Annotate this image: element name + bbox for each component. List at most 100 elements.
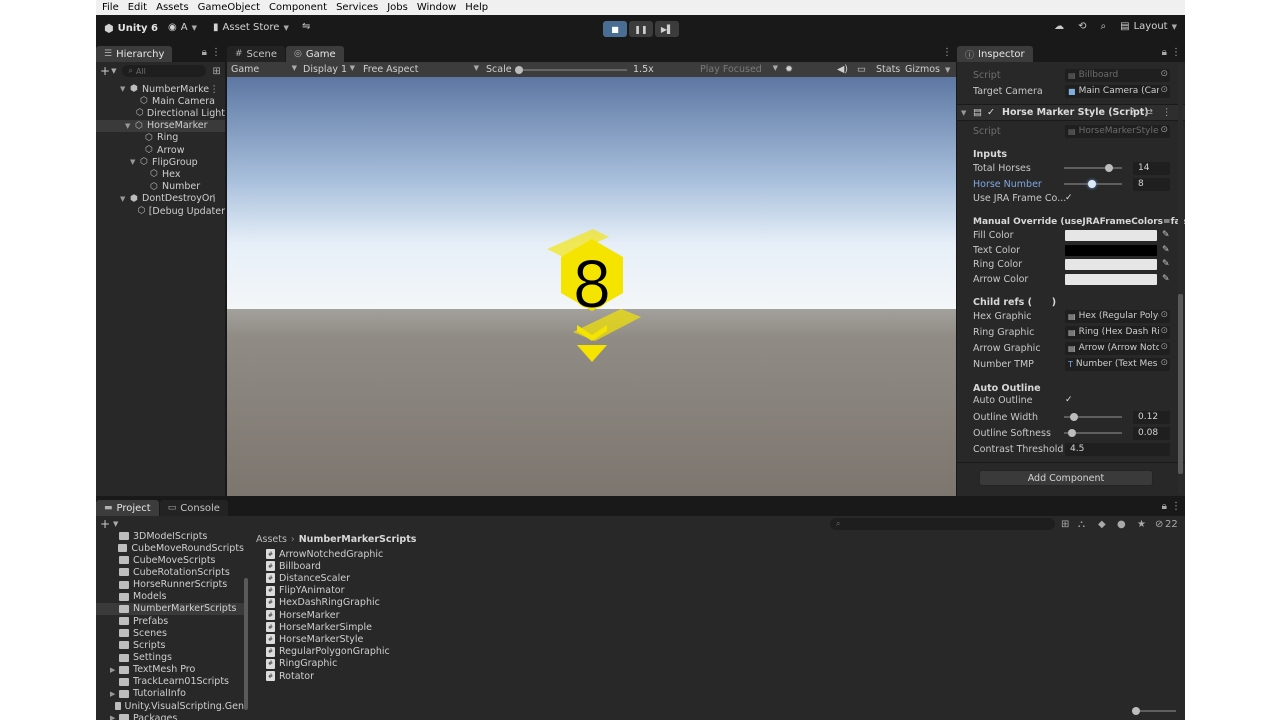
folder-item[interactable]: TrackLearn01Scripts [96, 676, 244, 688]
file-item[interactable]: # ArrowNotchedGraphic [266, 548, 383, 560]
layout-dropdown[interactable]: ▤ Layout ▼ [1120, 21, 1177, 32]
version-control-icon[interactable]: ⇋ [302, 21, 310, 32]
hierarchy-row[interactable]: ⬡ Main Camera [96, 95, 225, 107]
help-icon[interactable]: ? [1130, 107, 1135, 118]
file-item[interactable]: # HorseMarkerSimple [266, 621, 372, 633]
file-item[interactable]: # RingGraphic [266, 658, 337, 670]
chevron-down-icon[interactable]: ▼ [111, 67, 116, 75]
folder-item[interactable]: ▶ TextMesh Pro [96, 664, 244, 676]
file-item[interactable]: # Billboard [266, 560, 321, 572]
search-scope-icon[interactable]: ⊞ [1061, 519, 1069, 530]
gizmos-button[interactable]: Gizmos [905, 64, 940, 75]
component-enabled-checkbox[interactable]: ✓ [987, 107, 995, 118]
file-item[interactable]: # FlipYAnimator [266, 585, 345, 597]
project-search-input[interactable]: ⌕ [830, 518, 1055, 530]
more-icon[interactable]: ⋮ [210, 193, 220, 204]
account-dropdown[interactable]: ◉ A ▼ [168, 22, 197, 33]
lock-icon[interactable]: 🔒︎ [202, 47, 207, 58]
stats-button[interactable]: Stats [876, 64, 900, 75]
more-icon[interactable]: ⋮ [1171, 501, 1181, 512]
target-icon[interactable]: ⊙ [1159, 325, 1168, 336]
scale-slider-knob[interactable] [515, 66, 523, 74]
unity-version-button[interactable]: ⬢ Unity 6 [104, 22, 158, 35]
folder-item[interactable]: Scripts [96, 639, 244, 651]
add-component-button[interactable]: Add Component [979, 470, 1153, 486]
hierarchy-row[interactable]: ⬡ Arrow [96, 144, 225, 156]
folder-item[interactable]: Models [96, 591, 244, 603]
outline-width-slider[interactable] [1064, 413, 1122, 421]
file-item[interactable]: # Rotator [266, 670, 314, 682]
label-filter-icon[interactable]: ◆ [1098, 519, 1106, 530]
folder-tree-scrollbar[interactable] [244, 578, 248, 710]
fold-arrow-icon[interactable]: ▼ [120, 85, 129, 93]
outline-width-input[interactable]: 0.12 [1133, 410, 1170, 424]
menu-window[interactable]: Window [417, 2, 456, 13]
folder-item[interactable]: CubeRotationScripts [96, 566, 244, 578]
menu-assets[interactable]: Assets [156, 2, 189, 13]
tab-inspector[interactable]: ⓘ Inspector [957, 46, 1033, 62]
fold-arrow-icon[interactable]: ▶ [110, 666, 119, 674]
folder-item[interactable]: CubeMoveScripts [96, 554, 244, 566]
more-icon[interactable]: ⋮ [942, 47, 952, 58]
game-canvas[interactable]: 8 [227, 77, 956, 496]
folder-item[interactable]: NumberMarkerScripts [96, 602, 244, 615]
file-item[interactable]: # HorseMarkerStyle [266, 633, 363, 645]
ring-color-swatch[interactable] [1065, 258, 1157, 270]
total-horses-slider[interactable] [1064, 164, 1122, 172]
zoom-slider-knob[interactable] [1132, 707, 1140, 715]
chevron-down-icon[interactable]: ▼ [945, 66, 950, 74]
folder-item[interactable]: CubeMoveRoundScripts [96, 542, 244, 554]
folder-item[interactable]: Settings [96, 652, 244, 664]
visibility-icon[interactable]: ⊘ [1155, 519, 1163, 530]
target-camera-field[interactable]: ■ Main Camera (Cam ⊙ [1065, 84, 1170, 98]
fold-arrow-icon[interactable]: ▶ [110, 714, 119, 720]
fold-arrow-icon[interactable]: ▼ [125, 122, 134, 130]
tab-console[interactable]: ▭ Console [159, 500, 228, 516]
target-icon[interactable]: ⊙ [1159, 309, 1168, 320]
favorite-icon[interactable]: ★ [1137, 519, 1146, 530]
type-filter-icon[interactable]: ⛬ [1078, 519, 1085, 530]
hex-graphic-field[interactable]: ▤ Hex (Regular Polyg ⊙ [1065, 309, 1170, 323]
horse-number-input[interactable]: 8 [1133, 177, 1170, 191]
more-icon[interactable]: ⋮ [1162, 107, 1172, 118]
hierarchy-search-input[interactable]: ⌕ All [122, 65, 207, 77]
menu-help[interactable]: Help [465, 2, 488, 13]
outline-softness-slider-knob[interactable] [1068, 429, 1076, 437]
preset-icon[interactable]: ⇄ [1145, 107, 1153, 118]
folder-item[interactable]: Scenes [96, 627, 244, 639]
audio-icon[interactable]: ◀) [837, 64, 848, 75]
menu-gameobject[interactable]: GameObject [198, 2, 260, 13]
ring-graphic-field[interactable]: ▤ Ring (Hex Dash Rin ⊙ [1065, 325, 1170, 339]
pause-button[interactable]: ❚❚ [629, 21, 653, 37]
horse-number-slider-knob[interactable] [1087, 180, 1096, 188]
scene-view-icon[interactable]: ▭ [857, 64, 866, 75]
lock-icon[interactable]: 🔒︎ [1162, 47, 1167, 58]
folder-item[interactable]: 3DModelScripts [96, 532, 244, 542]
hierarchy-row[interactable]: ▼ ⬢ NumberMarke ⋮ [96, 83, 225, 95]
import-icon[interactable]: ● [1117, 519, 1126, 530]
text-color-swatch[interactable] [1065, 244, 1157, 256]
menu-services[interactable]: Services [336, 2, 378, 13]
eyedropper-icon[interactable]: ✎ [1162, 245, 1170, 255]
game-mode-dropdown[interactable]: Game ▼ [231, 64, 297, 75]
history-icon[interactable]: ⟲ [1078, 21, 1086, 32]
eyedropper-icon[interactable]: ✎ [1162, 259, 1170, 269]
lock-icon[interactable]: 🔒︎ [1162, 501, 1167, 512]
folder-item[interactable]: ▶ Packages [96, 712, 244, 720]
fold-arrow-icon[interactable]: ▼ [130, 158, 139, 166]
outline-softness-slider[interactable] [1064, 429, 1122, 437]
contrast-input[interactable]: 4.5 [1065, 442, 1170, 456]
add-icon[interactable]: + [100, 64, 110, 78]
hierarchy-row[interactable]: ⬡ Directional Light [96, 107, 225, 119]
outline-width-slider-knob[interactable] [1070, 413, 1078, 421]
tab-project[interactable]: ▬ Project [96, 500, 159, 516]
file-item[interactable]: # HexDashRingGraphic [266, 597, 380, 609]
tab-scene[interactable]: # Scene [227, 46, 286, 62]
target-icon[interactable]: ⊙ [1159, 84, 1168, 95]
tab-hierarchy[interactable]: ☰ Hierarchy [96, 46, 173, 62]
file-item[interactable]: # RegularPolygonGraphic [266, 646, 390, 658]
use-jra-checkbox[interactable]: ✓ [1065, 193, 1075, 203]
hierarchy-row[interactable]: ▼ ⬢ DontDestroyOn ⋮ [96, 193, 225, 205]
add-icon[interactable]: + [100, 517, 110, 531]
scale-slider[interactable] [515, 66, 627, 74]
